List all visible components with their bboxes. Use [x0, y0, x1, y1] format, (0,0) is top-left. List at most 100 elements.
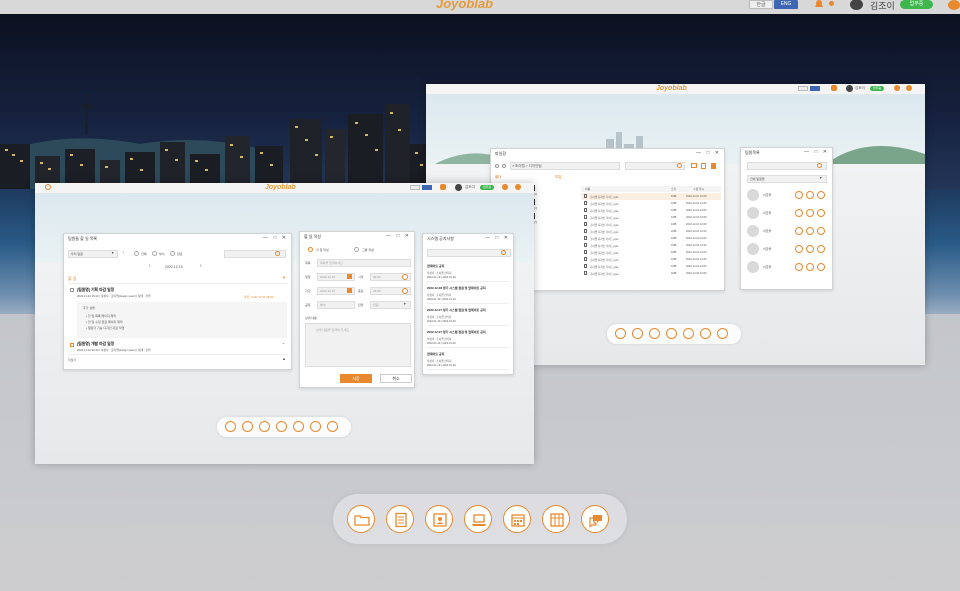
search-icon[interactable] [817, 163, 822, 168]
lang-en-button[interactable] [422, 185, 432, 190]
chat-bubbles-icon[interactable] [717, 328, 728, 339]
table-row[interactable]: 조이랩 디자인 가이드.pptx 1MB 2022-12-01 12:00 [581, 249, 721, 256]
laptop-icon[interactable] [464, 505, 492, 533]
call-icon[interactable] [806, 209, 814, 217]
chat-bubbles-icon[interactable] [817, 227, 825, 235]
table-row[interactable]: 조이랩 디자인 가이드.pptx 1MB 2022-12-01 12:00 [581, 228, 721, 235]
calendar-icon[interactable] [503, 505, 531, 533]
clock-icon[interactable] [402, 288, 408, 294]
bell-icon[interactable] [814, 0, 826, 9]
add-task-panel[interactable]: 할 일 작성 — □ ✕ 할 일 작성 그룹 작성 제목 제목을 입력하세요. … [299, 231, 415, 388]
window-controls[interactable]: — □ ✕ [386, 233, 411, 239]
forward-icon[interactable] [502, 164, 506, 168]
chat-bubbles-icon[interactable] [817, 245, 825, 253]
document-list-icon[interactable] [632, 328, 643, 339]
detail-textarea[interactable]: 상세 내용을 입력해 주세요. [305, 323, 411, 367]
call-icon[interactable] [806, 263, 814, 271]
table-icon[interactable] [542, 505, 570, 533]
list-item[interactable]: 업데이트 공지 작성자 : 조이랩 관리자 2022-01-19 | 2022-01… [427, 262, 509, 282]
status-button[interactable]: 업무중 [870, 86, 884, 91]
list-item[interactable]: 2022.12.28 정기 시스템 점검 및 업데이트 공지 작성자 : 조이랩 … [427, 284, 509, 304]
status-button[interactable]: 업무중 [900, 0, 933, 9]
search-input[interactable] [625, 162, 685, 170]
table-row[interactable]: 조이랩 디자인 가이드.pptx 1MB 2022-12-01 12:00 [581, 235, 721, 242]
laptop-icon[interactable] [795, 245, 803, 253]
file-add-icon[interactable] [701, 163, 706, 169]
radio-all[interactable] [134, 251, 139, 256]
notice-panel[interactable]: 시스템 공지사항 — □ ✕ 업데이트 공지 작성자 : 조이랩 관리자 2022-… [422, 233, 514, 375]
table-row[interactable]: 조이랩 디자인 가이드.pptx 1MB 2022-12-01 12:00 [581, 221, 721, 228]
radio-team[interactable] [354, 247, 359, 252]
avatar[interactable] [846, 85, 853, 92]
logout-icon[interactable] [906, 85, 912, 91]
table-row[interactable]: 조이랩 디자인 가이드.pptx 1MB 2022-12-01 12:00 [581, 214, 721, 221]
sort-icon[interactable]: ↑ [122, 250, 124, 255]
trash-icon[interactable] [711, 163, 716, 169]
contact-card-icon[interactable] [649, 328, 660, 339]
contact-card-icon[interactable] [425, 505, 453, 533]
list-item[interactable]: 2022.12.27 정기 시스템 점검 및 업데이트 공지 작성자 : 조이랩 … [427, 306, 509, 326]
table-row[interactable]: 조이랩 디자인 가이드.pptx 1MB 2022-12-01 12:00 [581, 270, 721, 277]
folder-icon[interactable] [225, 421, 236, 432]
call-icon[interactable] [806, 191, 814, 199]
chevron-down-icon[interactable]: ▼ [111, 251, 114, 255]
radio-mine[interactable] [152, 251, 157, 256]
back-icon[interactable] [495, 164, 499, 168]
table-row[interactable]: 조이랩 디자인 가이드.pptx 1MB 2022-12-01 12:00 [581, 193, 721, 200]
gear-icon[interactable] [502, 184, 508, 190]
list-item[interactable]: 업데이트 공지 작성자 : 조이랩 관리자 2022-01-19 | 2022-01… [427, 350, 509, 370]
search-icon[interactable] [275, 251, 280, 256]
bell-icon[interactable] [440, 184, 446, 190]
status-button[interactable]: 업무중 [480, 185, 494, 190]
chat-bubbles-icon[interactable] [817, 209, 825, 217]
list-item[interactable]: 2022.12.27 정기 시스템 점검 및 업데이트 공지 작성자 : 조이랩 … [427, 328, 509, 348]
laptop-icon[interactable] [276, 421, 287, 432]
task-checkbox[interactable] [70, 343, 74, 347]
chevron-up-icon[interactable]: ▲ [282, 356, 286, 361]
radio-personal[interactable] [308, 247, 313, 252]
lang-ko-button[interactable]: 한글 [749, 0, 773, 9]
chevron-down-icon[interactable]: ▼ [403, 302, 406, 306]
folder-add-icon[interactable] [691, 163, 697, 168]
cancel-button[interactable]: 취소 [380, 374, 412, 383]
lang-en-button[interactable]: ENG [774, 0, 798, 9]
left-desktop-window[interactable]: Joyoblab 김조이 업무중 팀원들 할 일 목록 — □ ✕ 우리 팀원 … [35, 183, 534, 464]
calendar-icon[interactable] [293, 421, 304, 432]
table-row[interactable]: 조이랩 디자인 가이드.pptx 1MB 2022-12-01 12:00 [581, 242, 721, 249]
clock-icon[interactable] [402, 274, 408, 280]
document-list-icon[interactable] [242, 421, 253, 432]
list-item[interactable]: 이한울 [747, 224, 829, 238]
calendar-icon[interactable] [347, 274, 352, 279]
chevron-down-icon[interactable]: ▼ [819, 176, 822, 180]
brand-logo[interactable]: Joyoblab [436, 0, 493, 11]
table-row[interactable]: 조이랩 디자인 가이드.pptx 1MB 2022-12-01 12:00 [581, 207, 721, 214]
laptop-icon[interactable] [795, 209, 803, 217]
table-row[interactable]: 조이랩 디자인 가이드.pptx 1MB 2022-12-01 12:00 [581, 263, 721, 270]
settings-icon[interactable] [948, 0, 960, 10]
table-row[interactable]: 조이랩 디자인 가이드.pptx 1MB 2022-12-01 12:00 [581, 256, 721, 263]
chevron-down-icon[interactable]: ⌄ [282, 340, 285, 345]
chevron-down-icon[interactable]: ▼ [282, 275, 286, 280]
lang-ko-button[interactable] [798, 86, 808, 91]
calendar-icon[interactable] [347, 288, 352, 293]
call-icon[interactable] [806, 245, 814, 253]
more-link[interactable]: 더보기 [68, 358, 76, 362]
next-date-arrow[interactable]: › [200, 263, 202, 269]
chat-bubbles-icon[interactable] [817, 191, 825, 199]
folder-icon[interactable] [347, 505, 375, 533]
list-item[interactable]: 이한울 [747, 206, 829, 220]
laptop-icon[interactable] [795, 227, 803, 235]
calendar-icon[interactable] [683, 328, 694, 339]
document-list-icon[interactable] [386, 505, 414, 533]
list-item[interactable]: 이한울 [747, 242, 829, 256]
laptop-icon[interactable] [795, 263, 803, 271]
file-tab[interactable]: 파일 [555, 175, 561, 180]
window-controls[interactable]: — □ ✕ [696, 150, 721, 156]
call-icon[interactable] [806, 227, 814, 235]
task-title[interactable]: [팀원명] 기획 마감 일정 [77, 288, 114, 293]
chat-bubbles-icon[interactable] [817, 263, 825, 271]
save-button[interactable]: 저장 [340, 374, 372, 383]
list-item[interactable]: 이한울 [747, 188, 829, 202]
chat-bubbles-icon[interactable] [327, 421, 338, 432]
search-input[interactable] [747, 162, 827, 170]
